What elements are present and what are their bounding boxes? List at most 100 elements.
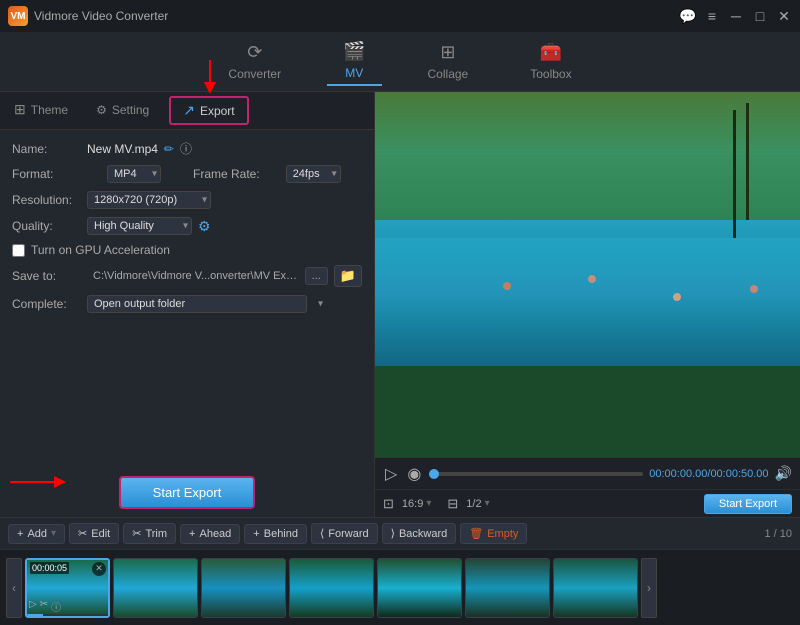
complete-row: Complete: Open output folder Do nothing bbox=[12, 295, 362, 313]
gpu-checkbox[interactable] bbox=[12, 244, 25, 257]
collage-icon: ⊞ bbox=[440, 42, 455, 63]
behind-icon: + bbox=[253, 528, 259, 540]
saveto-row: Save to: C:\Vidmore\Vidmore V...onverter… bbox=[12, 265, 362, 287]
ahead-button[interactable]: + Ahead bbox=[180, 524, 240, 544]
tab-toolbox[interactable]: 🧰 Toolbox bbox=[514, 38, 587, 85]
zoom-icon: ⊟ bbox=[447, 496, 458, 512]
maximize-button[interactable]: □ bbox=[752, 8, 768, 24]
progress-dot bbox=[429, 469, 439, 479]
ratio-select[interactable]: 16:9 ▾ bbox=[402, 498, 431, 510]
close-button[interactable]: ✕ bbox=[776, 8, 792, 24]
subtab-theme-label: Theme bbox=[31, 103, 68, 117]
export-icon: ↗ bbox=[183, 102, 195, 119]
tab-collage[interactable]: ⊞ Collage bbox=[412, 38, 485, 85]
behind-button[interactable]: + Behind bbox=[244, 524, 307, 544]
right-panel: ▷ ◉ 00:00:00.00/00:00:50.00 🔊 ⊡ 16:9 ▾ ⊟… bbox=[375, 92, 800, 517]
trim-icon: ✂ bbox=[132, 527, 141, 540]
add-label: Add bbox=[27, 528, 47, 540]
quality-gear-icon[interactable]: ⚙ bbox=[198, 218, 211, 235]
sub-tabs: ⊞ Theme ⚙ Setting ↗ Export bbox=[0, 92, 374, 130]
saveto-label: Save to: bbox=[12, 269, 87, 283]
app-icon: VM bbox=[8, 6, 28, 26]
thumbnail-item-6[interactable] bbox=[465, 558, 550, 618]
thumbnail-item-1[interactable]: 00:00:05 ✕ ▷ ✂ ⓘ bbox=[25, 558, 110, 618]
title-bar-controls: 💬 ≡ ─ □ ✕ bbox=[680, 8, 792, 24]
edit-icon: ✂ bbox=[78, 527, 87, 540]
bottom-toolbar: + Add ▾ ✂ Edit ✂ Trim + Ahead + Behind ⟨… bbox=[0, 517, 800, 549]
edit-button[interactable]: ✂ Edit bbox=[69, 523, 119, 544]
subtab-export-label: Export bbox=[200, 104, 235, 118]
backward-button[interactable]: ⟩ Backward bbox=[382, 523, 457, 544]
tab-toolbox-label: Toolbox bbox=[530, 67, 571, 81]
video-preview bbox=[375, 92, 800, 457]
thumb-close-1[interactable]: ✕ bbox=[92, 562, 106, 576]
progress-bar[interactable] bbox=[429, 472, 643, 476]
strip-nav-left[interactable]: ‹ bbox=[6, 558, 22, 618]
thumb-info-icon[interactable]: ⓘ bbox=[51, 599, 61, 614]
callout-arrow-top bbox=[195, 60, 225, 98]
volume-icon[interactable]: 🔊 bbox=[775, 465, 792, 482]
forward-label: Forward bbox=[328, 528, 368, 540]
play-button[interactable]: ▷ bbox=[383, 464, 399, 484]
tab-converter-label: Converter bbox=[228, 67, 281, 81]
subtab-setting-label: Setting bbox=[112, 103, 149, 117]
nav-tabs: ⟳ Converter 🎬 MV ⊞ Collage 🧰 Toolbox bbox=[0, 32, 800, 92]
message-icon[interactable]: 💬 bbox=[680, 8, 696, 24]
thumbnail-item-3[interactable] bbox=[201, 558, 286, 618]
resolution-label: Resolution: bbox=[12, 193, 87, 207]
quality-label: Quality: bbox=[12, 219, 87, 233]
thumb-controls-1: ▷ ✂ ⓘ bbox=[29, 599, 61, 614]
format-row: Format: MP4 MOV AVI Frame Rate: 24fps 30… bbox=[12, 165, 362, 183]
add-button[interactable]: + Add ▾ bbox=[8, 524, 65, 544]
subtab-export[interactable]: ↗ Export bbox=[169, 96, 248, 125]
tab-mv[interactable]: 🎬 MV bbox=[327, 37, 381, 86]
thumbnail-item-2[interactable] bbox=[113, 558, 198, 618]
preview-export-button[interactable]: Start Export bbox=[704, 494, 792, 514]
add-icon: + bbox=[17, 528, 23, 540]
time-display: 00:00:00.00/00:00:50.00 bbox=[649, 468, 768, 480]
tab-collage-label: Collage bbox=[428, 67, 469, 81]
gpu-label: Turn on GPU Acceleration bbox=[31, 243, 170, 257]
thumb-cut-icon[interactable]: ✂ bbox=[40, 599, 48, 614]
trim-button[interactable]: ✂ Trim bbox=[123, 523, 176, 544]
resolution-select[interactable]: 1280x720 (720p) 1920x1080 (1080p) 640x48… bbox=[87, 191, 211, 209]
minimize-button[interactable]: ─ bbox=[728, 8, 744, 24]
name-value: New MV.mp4 bbox=[87, 142, 158, 156]
complete-select[interactable]: Open output folder Do nothing bbox=[87, 295, 307, 313]
info-icon[interactable]: ⓘ bbox=[180, 140, 192, 157]
zoom-arrow-icon: ▾ bbox=[485, 498, 490, 509]
add-arrow-icon: ▾ bbox=[51, 528, 56, 539]
empty-label: Empty bbox=[487, 528, 518, 540]
quality-select[interactable]: High Quality Medium Quality Low Quality bbox=[87, 217, 192, 235]
thumbnail-strip: ‹ 00:00:05 ✕ ▷ ✂ ⓘ › bbox=[0, 549, 800, 625]
menu-icon[interactable]: ≡ bbox=[704, 8, 720, 24]
framerate-select[interactable]: 24fps 30fps 60fps bbox=[286, 165, 341, 183]
name-value-row: New MV.mp4 ✏ ⓘ bbox=[87, 140, 192, 157]
quality-select-wrapper: High Quality Medium Quality Low Quality bbox=[87, 217, 192, 235]
empty-button[interactable]: 🗑 Empty bbox=[460, 523, 527, 544]
stop-button[interactable]: ◉ bbox=[405, 464, 423, 484]
quality-row: Quality: High Quality Medium Quality Low… bbox=[12, 217, 362, 235]
mv-icon: 🎬 bbox=[343, 41, 365, 62]
setting-icon: ⚙ bbox=[96, 103, 107, 117]
edit-icon[interactable]: ✏ bbox=[164, 142, 174, 156]
thumbnail-item-7[interactable] bbox=[553, 558, 638, 618]
thumbnail-item-4[interactable] bbox=[289, 558, 374, 618]
complete-label: Complete: bbox=[12, 297, 87, 311]
format-label: Format: bbox=[12, 167, 87, 181]
format-select[interactable]: MP4 MOV AVI bbox=[107, 165, 161, 183]
thumb-play-icon[interactable]: ▷ bbox=[29, 599, 37, 614]
thumbnail-item-5[interactable] bbox=[377, 558, 462, 618]
folder-button[interactable]: 📁 bbox=[334, 265, 362, 287]
tab-converter[interactable]: ⟳ Converter bbox=[212, 38, 297, 85]
start-export-button[interactable]: Start Export bbox=[119, 476, 256, 509]
ratio-icon: ⊡ bbox=[383, 496, 394, 512]
thumb-progress-fill-1 bbox=[27, 614, 43, 616]
zoom-select[interactable]: 1/2 ▾ bbox=[466, 498, 489, 510]
forward-button[interactable]: ⟨ Forward bbox=[311, 523, 378, 544]
subtab-setting[interactable]: ⚙ Setting bbox=[82, 92, 163, 129]
ratio-value: 16:9 bbox=[402, 498, 423, 510]
subtab-theme[interactable]: ⊞ Theme bbox=[0, 92, 82, 129]
strip-nav-right[interactable]: › bbox=[641, 558, 657, 618]
more-button[interactable]: ... bbox=[305, 267, 328, 285]
